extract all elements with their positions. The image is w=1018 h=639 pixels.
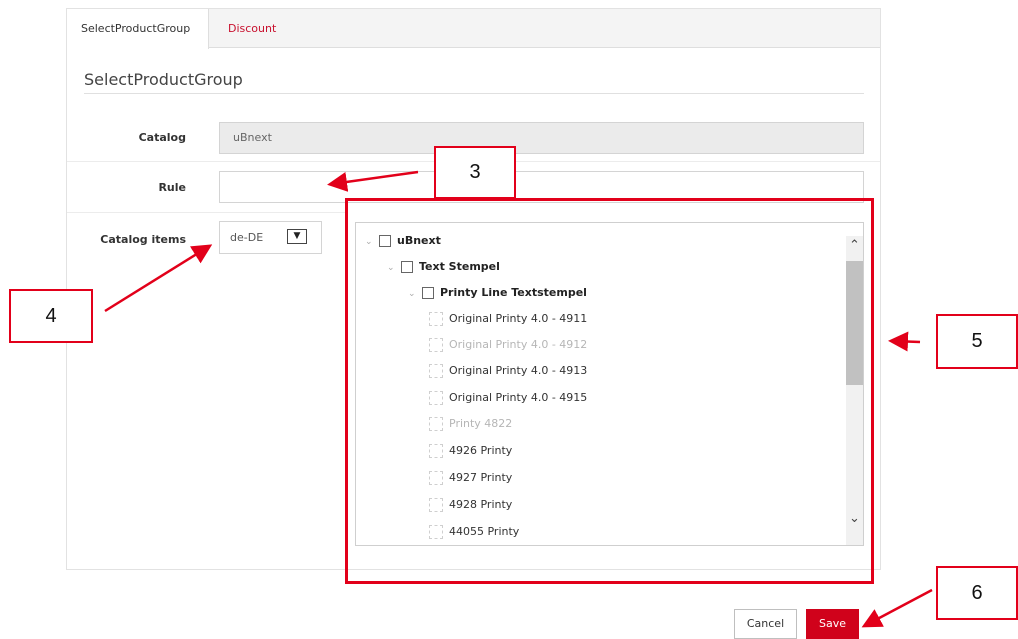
arrow-4: [104, 244, 213, 313]
arrow-3: [327, 170, 419, 192]
arrow-6: [861, 588, 933, 628]
arrow-5: [888, 331, 921, 352]
annotation-arrows: [104, 170, 933, 628]
